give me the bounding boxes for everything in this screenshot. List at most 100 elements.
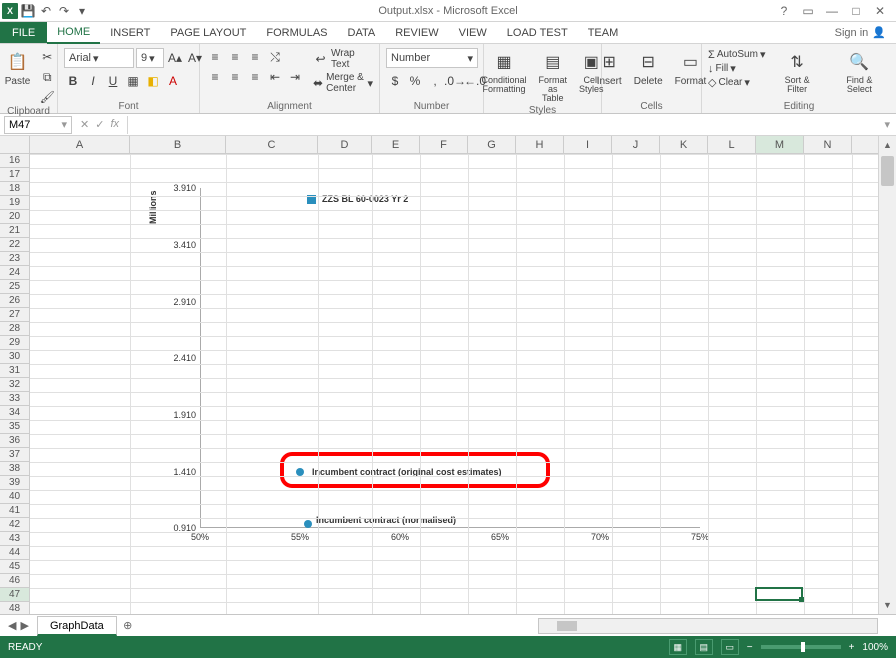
- maximize-icon[interactable]: □: [848, 4, 864, 18]
- delete-cells-button[interactable]: ⊟Delete: [630, 48, 667, 89]
- format-as-table-button[interactable]: ▤Format as Table: [535, 48, 572, 105]
- column-header[interactable]: M: [756, 136, 804, 153]
- row-headers[interactable]: 1617181920212223242526272829303132333435…: [0, 154, 30, 614]
- view-normal-button[interactable]: ▦: [669, 639, 687, 655]
- row-header[interactable]: 21: [0, 224, 29, 238]
- save-icon[interactable]: 💾: [20, 3, 36, 19]
- zoom-out-button[interactable]: −: [747, 642, 753, 653]
- row-header[interactable]: 48: [0, 602, 29, 614]
- row-header[interactable]: 42: [0, 518, 29, 532]
- view-page-break-button[interactable]: ▭: [721, 639, 739, 655]
- find-select-button[interactable]: 🔍Find & Select: [829, 48, 890, 96]
- merge-center-button[interactable]: ⬌Merge & Center▾: [312, 72, 373, 94]
- fx-icon[interactable]: fx: [110, 118, 119, 131]
- row-header[interactable]: 33: [0, 392, 29, 406]
- row-header[interactable]: 19: [0, 196, 29, 210]
- tab-data[interactable]: DATA: [338, 22, 386, 43]
- italic-button[interactable]: I: [84, 72, 102, 90]
- fill-button[interactable]: ↓Fill▾: [708, 62, 765, 75]
- row-header[interactable]: 29: [0, 336, 29, 350]
- row-header[interactable]: 44: [0, 546, 29, 560]
- scroll-down-icon[interactable]: ▼: [879, 596, 896, 614]
- align-top-icon[interactable]: ≡: [206, 48, 224, 66]
- align-right-icon[interactable]: ≡: [246, 68, 264, 86]
- orientation-icon[interactable]: ⤭: [266, 48, 284, 66]
- wrap-text-button[interactable]: ↩Wrap Text: [312, 48, 373, 70]
- align-center-icon[interactable]: ≡: [226, 68, 244, 86]
- row-header[interactable]: 36: [0, 434, 29, 448]
- close-icon[interactable]: ✕: [872, 4, 888, 18]
- ribbon-options-icon[interactable]: ▭: [800, 4, 816, 18]
- fill-color-button[interactable]: ◧: [144, 72, 162, 90]
- tab-home[interactable]: HOME: [47, 22, 100, 44]
- row-header[interactable]: 17: [0, 168, 29, 182]
- column-header[interactable]: B: [130, 136, 226, 153]
- row-header[interactable]: 41: [0, 504, 29, 518]
- expand-formula-bar-icon[interactable]: ▾: [878, 118, 896, 131]
- tab-review[interactable]: REVIEW: [385, 22, 448, 43]
- row-header[interactable]: 26: [0, 294, 29, 308]
- bold-button[interactable]: B: [64, 72, 82, 90]
- autosum-button[interactable]: ΣAutoSum▾: [708, 48, 765, 61]
- zoom-level[interactable]: 100%: [862, 642, 888, 653]
- column-header[interactable]: N: [804, 136, 852, 153]
- font-color-button[interactable]: A: [164, 72, 182, 90]
- number-format-combo[interactable]: Number▾: [386, 48, 478, 68]
- row-header[interactable]: 43: [0, 532, 29, 546]
- row-header[interactable]: 37: [0, 448, 29, 462]
- row-header[interactable]: 16: [0, 154, 29, 168]
- tab-insert[interactable]: INSERT: [100, 22, 160, 43]
- worksheet-grid[interactable]: ABCDEFGHIJKLMN 1617181920212223242526272…: [0, 136, 896, 614]
- copy-icon[interactable]: ⧉: [38, 68, 56, 86]
- comma-icon[interactable]: ,: [426, 72, 444, 90]
- row-header[interactable]: 25: [0, 280, 29, 294]
- accept-formula-icon[interactable]: ✓: [95, 118, 104, 131]
- cut-icon[interactable]: ✂: [38, 48, 56, 66]
- row-header[interactable]: 46: [0, 574, 29, 588]
- zoom-in-button[interactable]: +: [849, 642, 855, 653]
- column-header[interactable]: E: [372, 136, 420, 153]
- row-header[interactable]: 18: [0, 182, 29, 196]
- sort-filter-button[interactable]: ⇅Sort & Filter: [769, 48, 824, 96]
- data-point-normalised[interactable]: [304, 520, 312, 528]
- column-header[interactable]: I: [564, 136, 612, 153]
- cells-area[interactable]: Millions 0.910 1.410 1.910 2.410 2.910 3…: [30, 154, 878, 614]
- tab-team[interactable]: TEAM: [578, 22, 629, 43]
- scroll-up-icon[interactable]: ▲: [879, 136, 896, 154]
- view-page-layout-button[interactable]: ▤: [695, 639, 713, 655]
- undo-icon[interactable]: ↶: [38, 3, 54, 19]
- scroll-thumb[interactable]: [881, 156, 894, 186]
- row-header[interactable]: 35: [0, 420, 29, 434]
- column-header[interactable]: J: [612, 136, 660, 153]
- vertical-scrollbar[interactable]: ▲ ▼: [878, 136, 896, 614]
- conditional-formatting-button[interactable]: ▦Conditional Formatting: [477, 48, 530, 96]
- paste-button[interactable]: 📋 Paste: [1, 48, 35, 89]
- clear-button[interactable]: ◇Clear▾: [708, 76, 765, 89]
- column-header[interactable]: G: [468, 136, 516, 153]
- percent-icon[interactable]: %: [406, 72, 424, 90]
- row-header[interactable]: 27: [0, 308, 29, 322]
- horizontal-scrollbar[interactable]: [538, 618, 878, 634]
- row-header[interactable]: 47: [0, 588, 29, 602]
- border-button[interactable]: ▦: [124, 72, 142, 90]
- formula-input[interactable]: [127, 116, 878, 134]
- row-header[interactable]: 32: [0, 378, 29, 392]
- selected-cell[interactable]: [755, 587, 803, 601]
- underline-button[interactable]: U: [104, 72, 122, 90]
- increase-indent-icon[interactable]: ⇥: [286, 68, 304, 86]
- row-header[interactable]: 22: [0, 238, 29, 252]
- row-header[interactable]: 24: [0, 266, 29, 280]
- row-header[interactable]: 39: [0, 476, 29, 490]
- align-bottom-icon[interactable]: ≡: [246, 48, 264, 66]
- column-header[interactable]: A: [30, 136, 130, 153]
- tab-view[interactable]: VIEW: [449, 22, 497, 43]
- column-header[interactable]: L: [708, 136, 756, 153]
- row-header[interactable]: 34: [0, 406, 29, 420]
- currency-icon[interactable]: $: [386, 72, 404, 90]
- cancel-formula-icon[interactable]: ✕: [80, 118, 89, 131]
- align-middle-icon[interactable]: ≡: [226, 48, 244, 66]
- row-header[interactable]: 31: [0, 364, 29, 378]
- file-tab[interactable]: FILE: [0, 22, 47, 43]
- select-all-corner[interactable]: [0, 136, 30, 154]
- add-sheet-button[interactable]: ⊕: [117, 619, 139, 632]
